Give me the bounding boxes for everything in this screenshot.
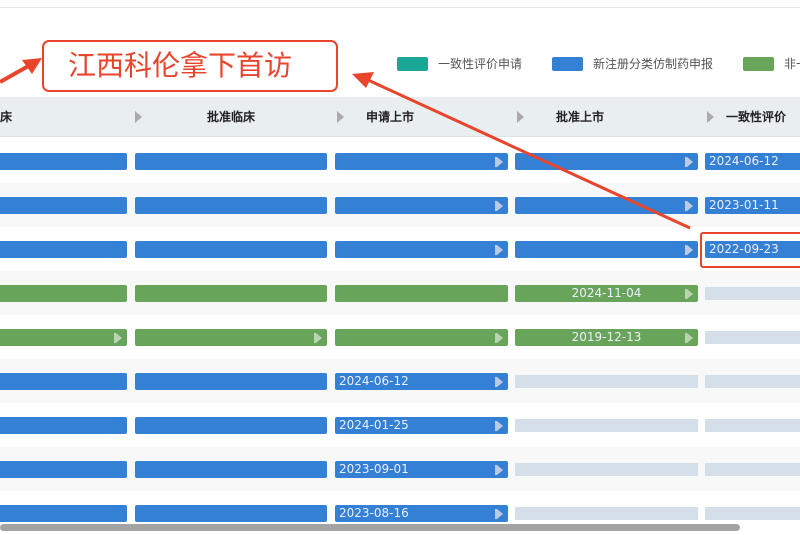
stage-bar[interactable] — [135, 197, 327, 214]
stage-bar[interactable]: 2023-01-11 — [705, 197, 800, 214]
stage-bar[interactable] — [0, 153, 127, 170]
column-header: 批准上市 — [555, 110, 604, 124]
next-arrow-icon — [495, 157, 503, 167]
stage-bar[interactable]: 2024-11-04 — [515, 285, 698, 302]
next-arrow-icon — [685, 245, 693, 255]
table-row: 2024-01-25 — [0, 403, 800, 447]
legend-swatch — [552, 56, 584, 71]
stage-bar[interactable] — [515, 197, 698, 214]
column-header: 申请上市 — [365, 110, 414, 124]
table-row: 2024-06-12 — [0, 139, 800, 183]
next-arrow-icon — [685, 157, 693, 167]
top-divider — [0, 7, 800, 8]
table-header: 临床 批准临床 申请上市 批准上市 一致性评价 — [0, 97, 800, 137]
empty-stage-bar[interactable] — [515, 507, 698, 520]
legend-label: 新注册分类仿制药申报 — [593, 57, 714, 71]
stage-date: 2023-09-01 — [339, 462, 409, 476]
stage-date: 2024-06-12 — [709, 154, 779, 168]
empty-stage-bar[interactable] — [705, 331, 800, 344]
next-arrow-icon — [314, 333, 322, 343]
table-row: 2019-12-13 — [0, 315, 800, 359]
stage-bar[interactable] — [0, 373, 127, 390]
stage-bar[interactable] — [135, 241, 327, 258]
stage-bar[interactable] — [0, 417, 127, 434]
legend-item[interactable]: 非一 — [743, 55, 800, 72]
stage-date: 2019-12-13 — [571, 330, 642, 344]
annotation-callout: 江西科伦拿下首访 — [42, 40, 338, 92]
legend-item[interactable]: 新注册分类仿制药申报 — [552, 55, 713, 72]
legend-swatch — [743, 56, 775, 71]
next-arrow-icon — [685, 201, 693, 211]
empty-stage-bar[interactable] — [705, 463, 800, 476]
next-arrow-icon — [495, 377, 503, 387]
empty-stage-bar[interactable] — [705, 287, 800, 300]
stage-bar[interactable] — [0, 505, 127, 522]
table-row: 2022-09-23 — [0, 227, 800, 271]
table-row: 2024-06-12 — [0, 359, 800, 403]
stage-bar[interactable] — [135, 285, 327, 302]
stage-date: 2023-08-16 — [339, 506, 409, 520]
stage-bar[interactable] — [0, 197, 127, 214]
column-header: 一致性评价 — [725, 110, 786, 124]
stage-bar[interactable]: 2019-12-13 — [515, 329, 698, 346]
next-arrow-icon — [685, 289, 693, 299]
stage-bar[interactable] — [135, 505, 327, 522]
legend-label: 一致性评价申请 — [438, 57, 523, 71]
next-arrow-icon — [495, 509, 503, 519]
stage-date: 2023-01-11 — [709, 198, 779, 212]
stage-bar[interactable] — [335, 329, 508, 346]
next-arrow-icon — [114, 333, 122, 343]
stage-bar[interactable] — [135, 417, 327, 434]
stage-bar[interactable] — [335, 285, 508, 302]
empty-stage-bar[interactable] — [515, 419, 698, 432]
empty-stage-bar[interactable] — [705, 507, 800, 520]
stage-bar[interactable]: 2024-01-25 — [335, 417, 508, 434]
stage-bar[interactable] — [515, 241, 698, 258]
stage-bar[interactable] — [335, 241, 508, 258]
legend: 一致性评价申请 新注册分类仿制药申报 非一 — [397, 55, 800, 72]
empty-stage-bar[interactable] — [705, 375, 800, 388]
legend-swatch — [397, 56, 428, 71]
stage-date: 2024-01-25 — [339, 418, 409, 432]
stage-bar[interactable]: 2023-08-16 — [335, 505, 508, 522]
play-arrow-icon — [707, 111, 714, 123]
next-arrow-icon — [685, 333, 693, 343]
stage-bar[interactable] — [135, 153, 327, 170]
highlight-box — [700, 232, 800, 268]
stage-bar[interactable] — [135, 329, 327, 346]
stage-bar[interactable]: 2024-06-12 — [335, 373, 508, 390]
next-arrow-icon — [495, 421, 503, 431]
horizontal-scrollbar[interactable] — [0, 524, 740, 531]
next-arrow-icon — [495, 201, 503, 211]
next-arrow-icon — [495, 333, 503, 343]
stage-bar[interactable]: 2023-09-01 — [335, 461, 508, 478]
stage-bar[interactable] — [135, 461, 327, 478]
next-arrow-icon — [495, 465, 503, 475]
column-header: 批准临床 — [206, 110, 255, 124]
stage-date: 2024-11-04 — [571, 286, 642, 300]
stage-bar[interactable] — [0, 241, 127, 258]
legend-label: 非一 — [784, 57, 800, 71]
stage-bar[interactable]: 2024-06-12 — [705, 153, 800, 170]
stage-bar[interactable] — [0, 461, 127, 478]
empty-stage-bar[interactable] — [705, 419, 800, 432]
stage-bar[interactable] — [0, 329, 127, 346]
legend-item[interactable]: 一致性评价申请 — [397, 55, 522, 72]
table-row: 2023-09-01 — [0, 447, 800, 491]
next-arrow-icon — [495, 245, 503, 255]
stage-bar[interactable] — [335, 197, 508, 214]
stage-bar[interactable] — [515, 153, 698, 170]
stage-bar[interactable] — [335, 153, 508, 170]
table-row: 2024-11-04 — [0, 271, 800, 315]
stage-date: 2024-06-12 — [339, 374, 409, 388]
empty-stage-bar[interactable] — [515, 375, 698, 388]
column-header: 临床 — [0, 110, 12, 124]
empty-stage-bar[interactable] — [515, 463, 698, 476]
stage-bar[interactable] — [135, 373, 327, 390]
table-row: 2023-01-11 — [0, 183, 800, 227]
stage-bar[interactable] — [0, 285, 127, 302]
